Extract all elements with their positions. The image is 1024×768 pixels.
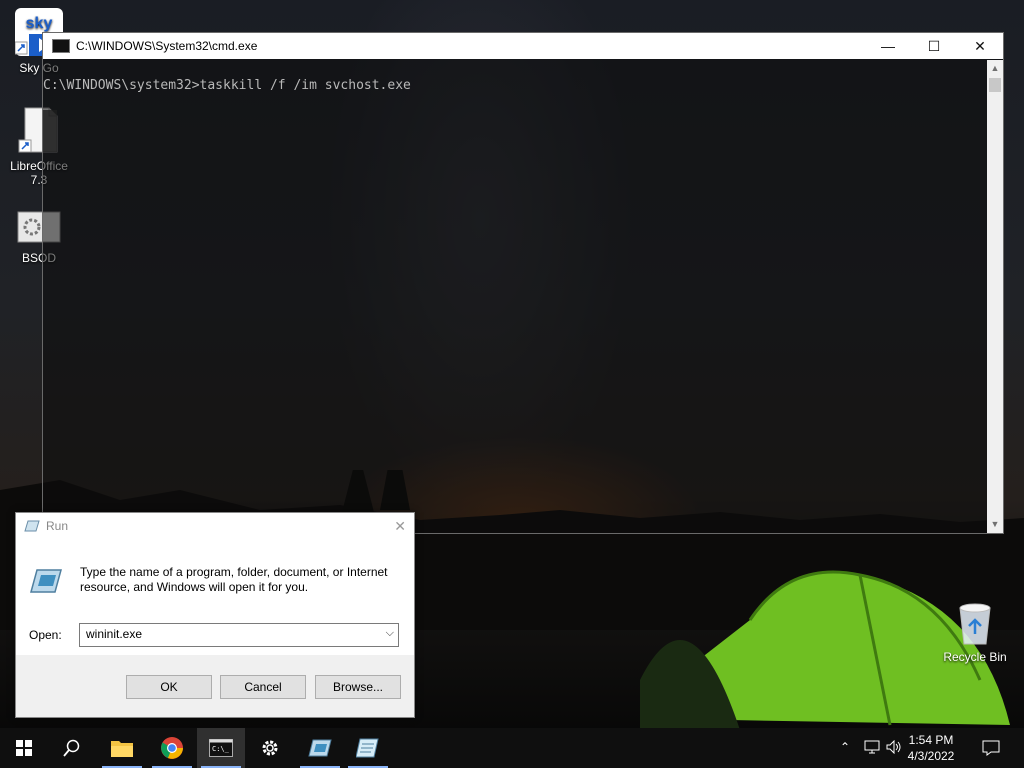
- taskbar-run[interactable]: [296, 728, 344, 768]
- notepad-pad-icon: [356, 738, 379, 758]
- search-icon: [63, 739, 80, 757]
- close-button[interactable]: ✕: [957, 33, 1003, 59]
- cmd-prompt-line: C:\WINDOWS\system32>taskkill /f /im svch…: [43, 78, 411, 93]
- windows-start-icon: [16, 740, 32, 756]
- cmd-scrollbar[interactable]: ▲ ▼: [987, 60, 1003, 533]
- system-clock[interactable]: 1:54 PM 4/3/2022: [898, 732, 964, 764]
- clock-date: 4/3/2022: [907, 749, 955, 763]
- run-description: Type the name of a program, folder, docu…: [80, 565, 388, 594]
- taskbar-settings[interactable]: [246, 728, 294, 768]
- run-dialog-icon: [308, 739, 332, 757]
- network-icon[interactable]: [864, 740, 880, 754]
- scroll-down-arrow-icon[interactable]: ▼: [987, 516, 1003, 533]
- svg-text:sky: sky: [26, 15, 53, 32]
- recycle-bin-label: Recycle Bin: [943, 650, 1007, 664]
- maximize-button[interactable]: ☐: [911, 33, 957, 59]
- recycle-bin-icon: [959, 603, 991, 645]
- cmd-title-bar[interactable]: C:\WINDOWS\System32\cmd.exe — ☐ ✕: [43, 33, 1003, 59]
- start-button[interactable]: [0, 728, 48, 768]
- minimize-button[interactable]: —: [865, 33, 911, 59]
- svg-text:C:\_: C:\_: [212, 745, 230, 753]
- run-dialog[interactable]: Run ✕ Type the name of a program, folder…: [15, 512, 415, 718]
- open-label: Open:: [29, 628, 62, 642]
- run-program-icon: [30, 569, 62, 593]
- chevron-down-icon[interactable]: ⌵: [386, 627, 394, 640]
- scroll-thumb[interactable]: [989, 78, 1001, 92]
- taskbar: C:\_ ⌃ 1:54 PM 4/3/2022: [0, 728, 1024, 768]
- cmd-window-title: C:\WINDOWS\System32\cmd.exe: [76, 39, 258, 53]
- settings-gear-icon: [262, 740, 278, 756]
- run-title: Run: [46, 519, 69, 533]
- cmd-app-icon: [52, 39, 70, 53]
- taskbar-file-explorer[interactable]: [98, 728, 146, 768]
- notification-icon[interactable]: [982, 740, 1000, 756]
- file-explorer-icon: [111, 741, 133, 757]
- chevron-up-icon[interactable]: ⌃: [840, 740, 850, 754]
- search-button[interactable]: [48, 728, 96, 768]
- ok-button[interactable]: OK: [126, 675, 212, 699]
- desktop-icon-recycle-bin[interactable]: Recycle Bin: [940, 600, 1010, 664]
- chrome-icon: [161, 737, 183, 759]
- taskbar-notepad[interactable]: [344, 728, 392, 768]
- scroll-up-arrow-icon[interactable]: ▲: [987, 60, 1003, 77]
- taskbar-chrome[interactable]: [148, 728, 196, 768]
- taskbar-command-prompt[interactable]: C:\_: [197, 728, 245, 768]
- command-prompt-icon: C:\_: [209, 739, 233, 757]
- run-title-icon: [24, 520, 40, 532]
- cancel-button[interactable]: Cancel: [220, 675, 306, 699]
- cmd-window[interactable]: C:\WINDOWS\System32\cmd.exe — ☐ ✕ C:\WIN…: [42, 32, 1004, 534]
- browse-button[interactable]: Browse...: [315, 675, 401, 699]
- clock-time: 1:54 PM: [908, 733, 954, 747]
- open-input[interactable]: wininit.exe: [86, 627, 142, 641]
- cmd-console[interactable]: C:\WINDOWS\system32>taskkill /f /im svch…: [43, 60, 986, 533]
- open-combobox[interactable]: wininit.exe ⌵: [79, 623, 399, 647]
- run-title-bar[interactable]: Run ✕: [16, 513, 414, 539]
- close-icon[interactable]: ✕: [394, 518, 406, 535]
